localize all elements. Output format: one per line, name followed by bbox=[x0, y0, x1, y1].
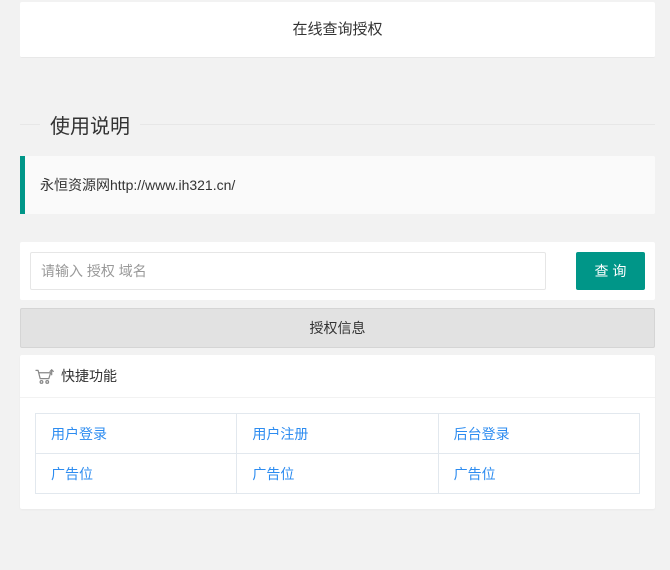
quick-functions-card: 快捷功能 用户登录 用户注册 后台登录 bbox=[20, 355, 655, 509]
site-quote-text: 永恒资源网http://www.ih321.cn/ bbox=[40, 177, 235, 193]
usage-section-divider: 使用说明 bbox=[20, 110, 655, 139]
quick-functions-title: 快捷功能 bbox=[61, 366, 117, 386]
link-ad-slot-3[interactable]: 广告位 bbox=[454, 466, 496, 482]
page-wrapper: 在线查询授权 使用说明 永恒资源网http://www.ih321.cn/ 查 … bbox=[20, 2, 655, 509]
quick-links-table: 用户登录 用户注册 后台登录 广告位 bbox=[35, 413, 640, 494]
domain-search-input[interactable] bbox=[30, 252, 546, 290]
cart-icon bbox=[35, 368, 54, 385]
link-admin-login[interactable]: 后台登录 bbox=[454, 426, 510, 442]
auth-info-label: 授权信息 bbox=[310, 320, 366, 336]
table-row: 用户登录 用户注册 后台登录 bbox=[36, 414, 640, 454]
table-cell: 用户登录 bbox=[36, 414, 237, 454]
quick-functions-body: 用户登录 用户注册 后台登录 广告位 bbox=[20, 398, 655, 509]
table-cell: 用户注册 bbox=[237, 414, 438, 454]
auth-info-bar[interactable]: 授权信息 bbox=[20, 308, 655, 348]
table-cell: 广告位 bbox=[438, 454, 639, 494]
table-cell: 后台登录 bbox=[438, 414, 639, 454]
quick-functions-header: 快捷功能 bbox=[20, 355, 655, 398]
query-button[interactable]: 查 询 bbox=[576, 252, 645, 290]
page-title-bar: 在线查询授权 bbox=[20, 2, 655, 58]
page-title: 在线查询授权 bbox=[292, 21, 382, 38]
table-cell: 广告位 bbox=[36, 454, 237, 494]
link-ad-slot-1[interactable]: 广告位 bbox=[51, 466, 93, 482]
table-row: 广告位 广告位 广告位 bbox=[36, 454, 640, 494]
table-cell: 广告位 bbox=[237, 454, 438, 494]
link-ad-slot-2[interactable]: 广告位 bbox=[252, 466, 294, 482]
link-user-login[interactable]: 用户登录 bbox=[51, 426, 107, 442]
usage-section-title: 使用说明 bbox=[40, 110, 140, 139]
link-user-register[interactable]: 用户注册 bbox=[252, 426, 308, 442]
search-form: 查 询 bbox=[20, 242, 655, 300]
site-quote: 永恒资源网http://www.ih321.cn/ bbox=[20, 156, 655, 214]
